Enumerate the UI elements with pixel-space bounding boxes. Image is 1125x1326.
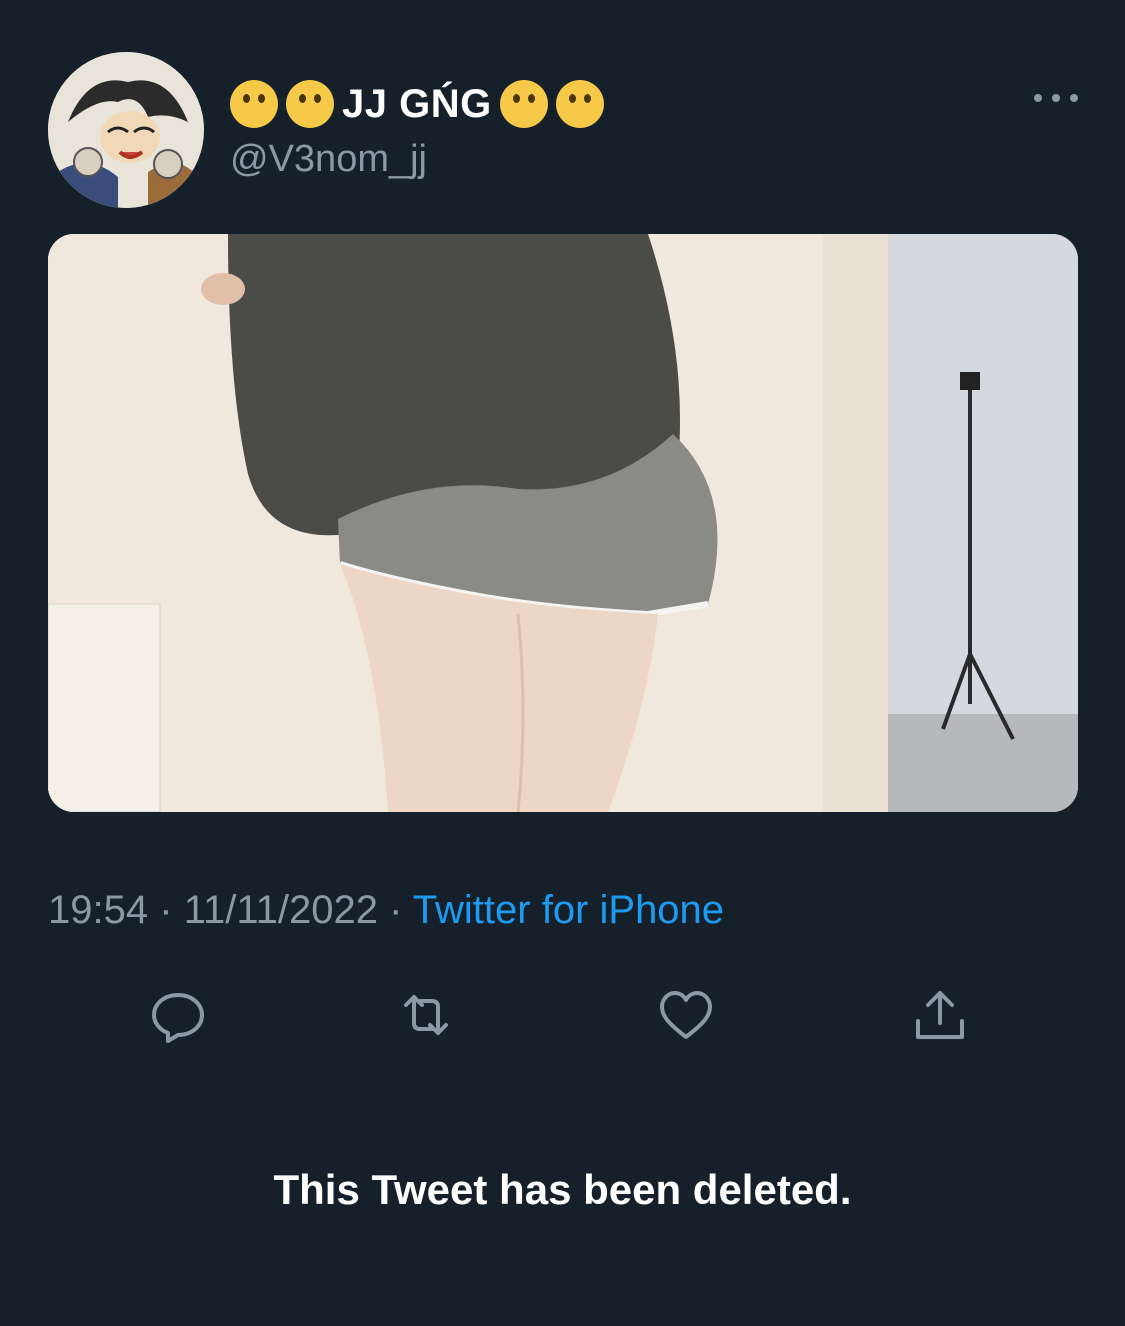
meta-separator: · — [389, 888, 403, 932]
tweet-actions-bar — [0, 985, 1125, 1045]
tweet-date: 11/11/2022 — [183, 888, 378, 932]
share-icon[interactable] — [910, 985, 970, 1045]
more-dots-icon[interactable] — [1034, 88, 1078, 108]
thinking-face-emoji — [286, 80, 334, 128]
display-name[interactable]: JJ GŃG — [342, 82, 492, 127]
meta-separator: · — [159, 888, 173, 932]
retweet-icon[interactable] — [396, 985, 456, 1045]
like-icon[interactable] — [656, 985, 716, 1045]
avatar[interactable] — [48, 52, 204, 208]
tweet-meta: 19:54 · 11/11/2022 · Twitter for iPhone — [48, 888, 724, 933]
tweet-media-image[interactable] — [48, 234, 1078, 812]
thinking-face-emoji — [555, 80, 604, 128]
thinking-face-emoji — [230, 80, 278, 128]
reply-icon[interactable] — [148, 985, 208, 1045]
thinking-face-emoji — [499, 80, 548, 128]
tweet-header: JJ GŃG @V3nom_jj — [48, 52, 1078, 212]
user-handle[interactable]: @V3nom_jj — [230, 138, 427, 181]
deleted-tweet-notice: This Tweet has been deleted. — [273, 1166, 852, 1213]
display-name-row[interactable]: JJ GŃG — [230, 76, 604, 132]
tweet-source-link[interactable]: Twitter for iPhone — [413, 888, 724, 932]
tweet-time: 19:54 — [48, 888, 149, 932]
